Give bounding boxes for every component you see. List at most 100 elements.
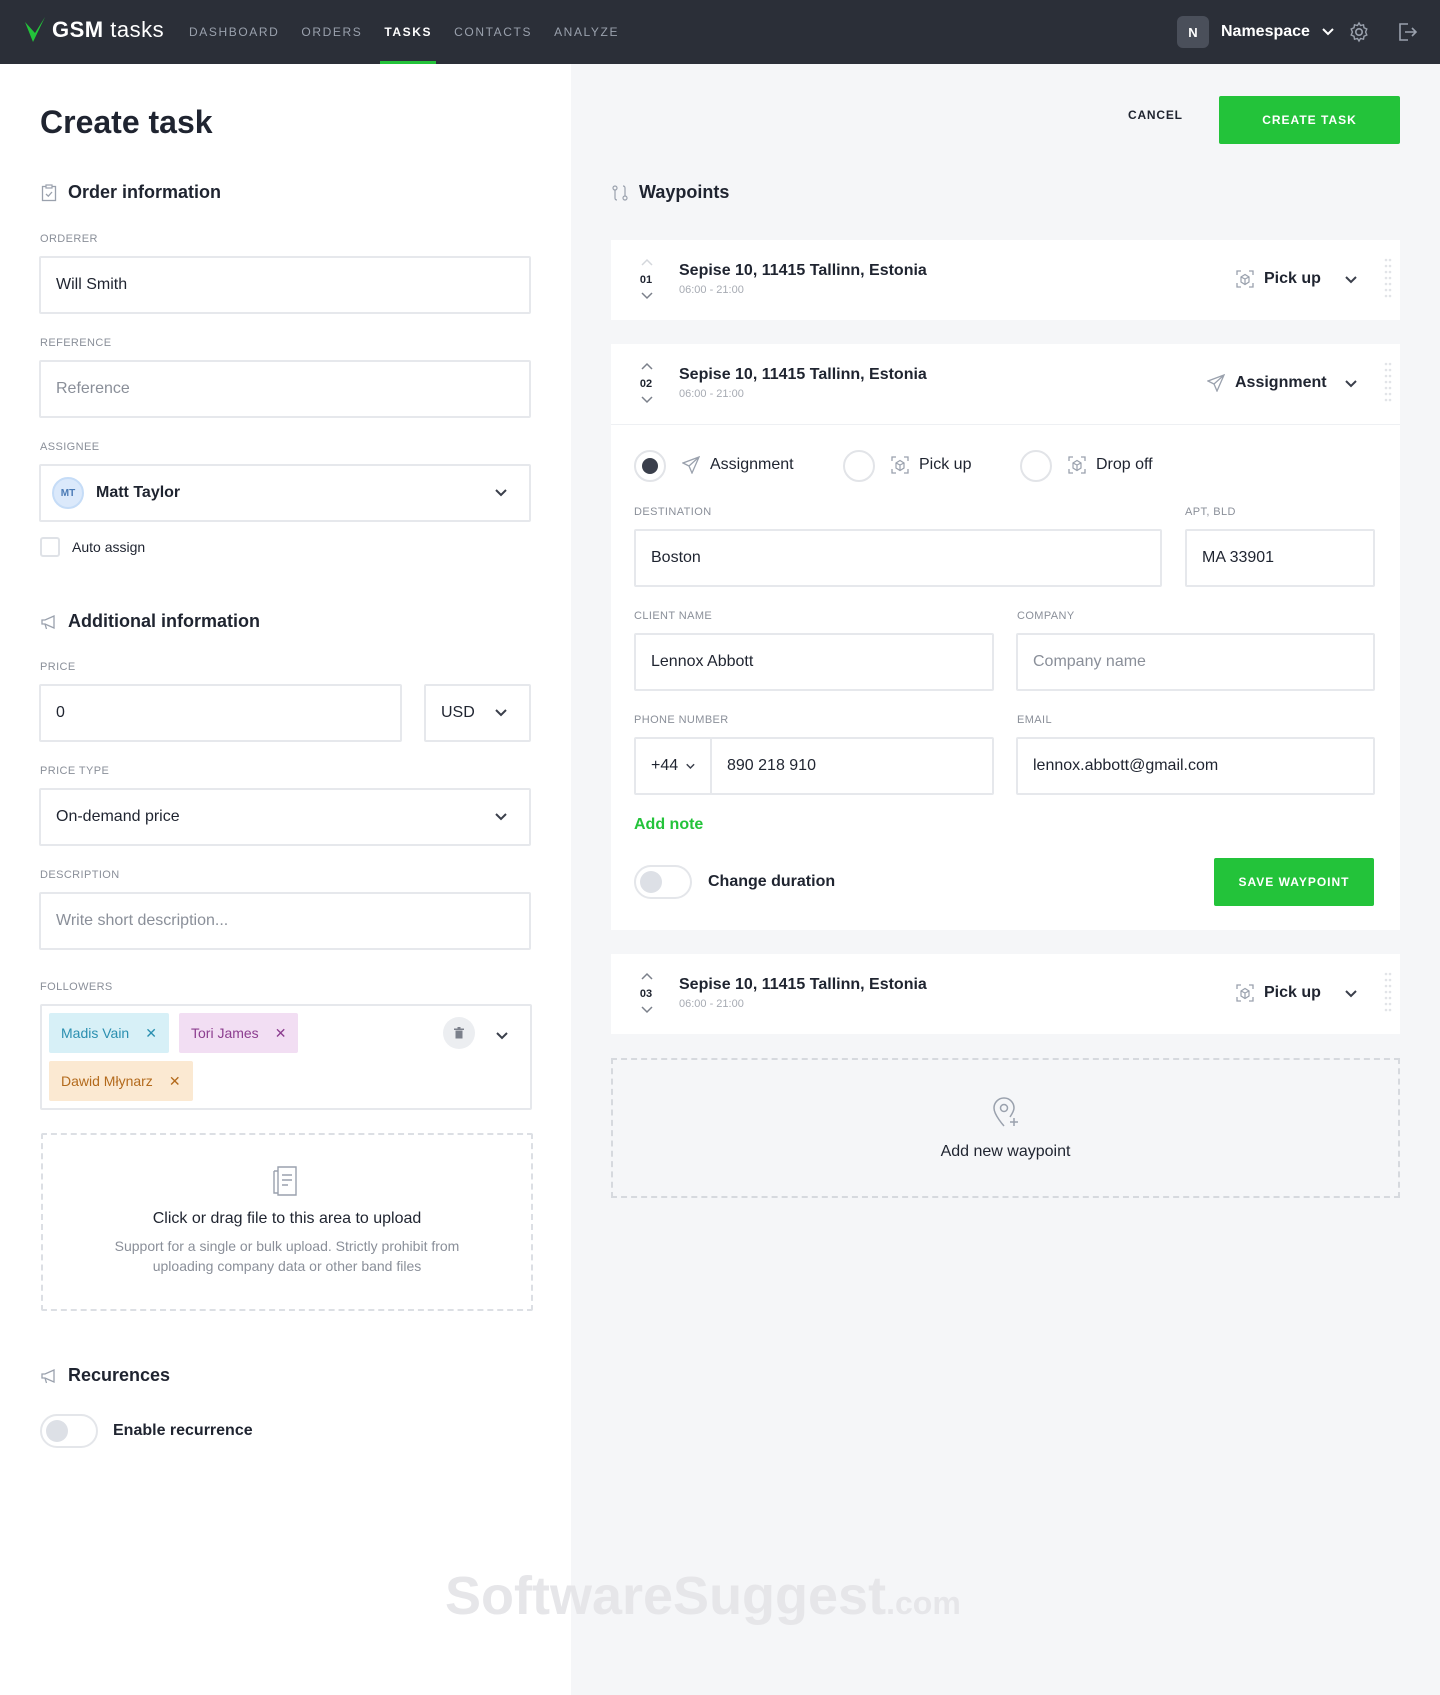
drag-handle-icon[interactable]: [1384, 362, 1392, 406]
pickup-icon: [1236, 270, 1254, 288]
currency-select[interactable]: USD: [424, 684, 531, 742]
waypoint-card[interactable]: 03 Sepise 10, 11415 Tallinn, Estonia 06:…: [611, 954, 1400, 1034]
email-input[interactable]: lennox.abbott@gmail.com: [1016, 737, 1375, 795]
follower-name: Dawid Młynarz: [61, 1073, 153, 1089]
nav-contacts[interactable]: CONTACTS: [443, 0, 543, 64]
type-dropoff-radio[interactable]: [1020, 450, 1052, 482]
namespace-label: Namespace: [1221, 23, 1310, 40]
price-input[interactable]: 0: [39, 684, 402, 742]
namespace-switcher[interactable]: N Namespace: [1177, 16, 1334, 48]
followers-label: FOLLOWERS: [40, 981, 113, 993]
enable-recurrence-toggle[interactable]: [40, 1414, 98, 1448]
orderer-input[interactable]: Will Smith: [39, 256, 531, 314]
move-down-icon[interactable]: [641, 1006, 653, 1014]
chevron-down-icon[interactable]: [1345, 380, 1357, 388]
nav-analyze[interactable]: ANALYZE: [543, 0, 630, 64]
logout-icon[interactable]: [1395, 20, 1419, 44]
phone-number-input[interactable]: 890 218 910: [710, 737, 994, 795]
follower-name: Madis Vain: [61, 1025, 130, 1041]
file-upload-dropzone[interactable]: Click or drag file to this area to uploa…: [41, 1133, 533, 1311]
chevron-down-icon: [495, 709, 507, 717]
upload-hint-line: Support for a single or bulk upload. Str…: [114, 1238, 460, 1254]
auto-assign-checkbox[interactable]: [40, 537, 60, 557]
move-up-icon[interactable]: [641, 362, 653, 370]
phone-code-select[interactable]: +44: [634, 737, 712, 795]
save-waypoint-button[interactable]: SAVE WAYPOINT: [1214, 858, 1374, 906]
add-new-waypoint-label: Add new waypoint: [940, 1143, 1071, 1160]
client-name-input[interactable]: Lennox Abbott: [634, 633, 994, 691]
follower-tag[interactable]: Madis Vain ✕: [49, 1013, 169, 1053]
upload-hint-line: uploading company data or other band fil…: [152, 1258, 422, 1274]
type-option-label: Assignment: [710, 456, 794, 473]
follower-tag[interactable]: Tori James ✕: [179, 1013, 299, 1053]
reference-label: REFERENCE: [40, 337, 112, 349]
destination-label: DESTINATION: [634, 506, 712, 518]
chevron-down-icon: [686, 763, 695, 769]
move-down-icon[interactable]: [641, 396, 653, 404]
main-nav: DASHBOARD ORDERS TASKS CONTACTS ANALYZE: [178, 0, 630, 64]
price-label: PRICE: [40, 661, 76, 673]
additional-information-title: Additional information: [68, 611, 260, 631]
clear-followers-button[interactable]: [443, 1017, 475, 1049]
waypoint-card[interactable]: 01 Sepise 10, 11415 Tallinn, Estonia 06:…: [611, 240, 1400, 320]
type-dropoff-option[interactable]: Drop off: [1068, 456, 1153, 474]
price-type-select[interactable]: On-demand price: [39, 788, 531, 846]
price-type-label: PRICE TYPE: [40, 765, 110, 777]
nav-dashboard[interactable]: DASHBOARD: [178, 0, 290, 64]
order-information-heading: Order information: [40, 182, 221, 203]
assignee-avatar: MT: [52, 477, 84, 509]
chevron-down-icon[interactable]: [1345, 276, 1357, 284]
create-task-button[interactable]: CREATE TASK: [1219, 96, 1400, 144]
add-note-link[interactable]: Add note: [634, 816, 703, 834]
order-information-title: Order information: [68, 182, 222, 202]
drag-handle-icon[interactable]: [1384, 972, 1392, 1016]
client-name-label: CLIENT NAME: [634, 610, 713, 622]
waypoint-number: 01: [639, 274, 653, 286]
recurrences-heading: Recurences: [40, 1365, 170, 1386]
watermark: SoftwareSuggest.com: [445, 1565, 961, 1627]
assignee-label: ASSIGNEE: [40, 441, 100, 453]
assignee-select[interactable]: MT Matt Taylor: [39, 464, 531, 522]
nav-tasks[interactable]: TASKS: [373, 0, 443, 64]
description-input[interactable]: Write short description...: [39, 892, 531, 950]
type-option-label: Drop off: [1096, 456, 1153, 473]
type-pickup-option[interactable]: Pick up: [891, 456, 971, 474]
apt-input[interactable]: MA 33901: [1185, 529, 1375, 587]
chevron-down-icon[interactable]: [1345, 990, 1357, 998]
type-assignment-option[interactable]: Assignment: [682, 456, 794, 474]
type-assignment-radio[interactable]: [634, 450, 666, 482]
destination-input[interactable]: Boston: [634, 529, 1162, 587]
waypoint-type-label: Pick up: [1264, 984, 1321, 1001]
remove-icon[interactable]: ✕: [145, 1025, 157, 1042]
auto-assign-label: Auto assign: [72, 539, 146, 555]
pickup-icon: [891, 456, 909, 474]
company-input[interactable]: Company name: [1016, 633, 1375, 691]
move-up-icon[interactable]: [641, 258, 653, 266]
remove-icon[interactable]: ✕: [275, 1025, 287, 1042]
cancel-button[interactable]: CANCEL: [1128, 108, 1183, 122]
page-title: Create task: [40, 104, 213, 140]
change-duration-toggle[interactable]: [634, 865, 692, 899]
app-logo[interactable]: GSM tasks: [24, 16, 164, 44]
currency-value: USD: [441, 704, 475, 721]
additional-information-heading: Additional information: [40, 611, 260, 632]
remove-icon[interactable]: ✕: [169, 1073, 181, 1090]
move-down-icon[interactable]: [641, 292, 653, 300]
add-new-waypoint-button[interactable]: Add new waypoint: [611, 1058, 1400, 1198]
route-icon: [612, 184, 628, 201]
settings-gear-icon[interactable]: [1347, 20, 1371, 44]
follower-tag[interactable]: Dawid Młynarz ✕: [49, 1061, 193, 1101]
nav-orders[interactable]: ORDERS: [290, 0, 373, 64]
type-pickup-radio[interactable]: [843, 450, 875, 482]
company-label: COMPANY: [1017, 610, 1075, 622]
reference-input[interactable]: Reference: [39, 360, 531, 418]
move-up-icon[interactable]: [641, 972, 653, 980]
trash-icon: [454, 1027, 464, 1039]
clipboard-check-icon: [41, 183, 57, 201]
phone-label: PHONE NUMBER: [634, 714, 729, 726]
drag-handle-icon[interactable]: [1384, 258, 1392, 302]
waypoint-type[interactable]: Pick up: [1236, 984, 1321, 1002]
waypoint-time: 06:00 - 21:00: [679, 388, 744, 400]
waypoint-type[interactable]: Assignment: [1207, 374, 1327, 392]
waypoint-type[interactable]: Pick up: [1236, 270, 1321, 288]
